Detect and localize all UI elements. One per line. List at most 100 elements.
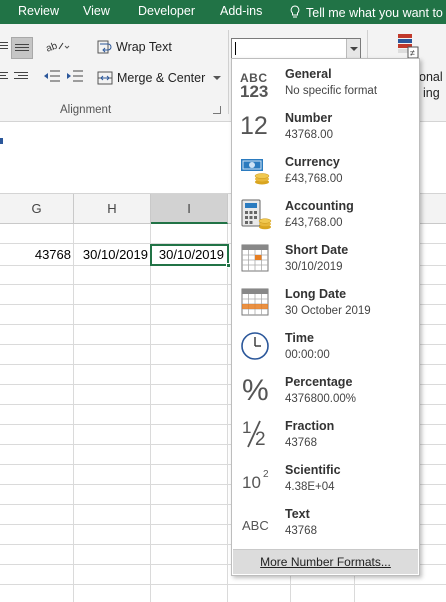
cell-h[interactable]: 30/10/2019 (74, 244, 151, 266)
active-cell-value: 30/10/2019 (158, 247, 224, 262)
scientific-10-squared-icon: 10 2 (238, 461, 274, 495)
percent-icon: % (238, 373, 274, 407)
group-separator (228, 30, 229, 114)
orientation-icon: ab (46, 40, 70, 53)
conditional-formatting-label[interactable]: onal (419, 70, 443, 84)
ribbon-tab-bar: Review View Developer Add-ins Tell me wh… (0, 0, 446, 24)
format-item-short-date[interactable]: Short Date 30/10/2019 (232, 235, 419, 279)
number-format-dropdown-toggle[interactable] (346, 39, 360, 58)
decrease-indent-button[interactable] (43, 69, 61, 83)
percent-icon-glyph: % (242, 374, 269, 407)
wrap-text-icon (97, 40, 112, 54)
format-sample: 30/10/2019 (285, 261, 343, 273)
alignment-group-label: Alignment (60, 104, 112, 116)
increase-indent-button[interactable] (66, 69, 84, 83)
more-number-formats-label: More Number Formats... (260, 555, 391, 569)
number-format-dropdown: ABC 123 General No specific format 12 Nu… (231, 58, 420, 576)
format-sample: 43768 (285, 525, 317, 537)
text-abc-icon: ABC (238, 505, 274, 539)
currency-money-icon (241, 159, 270, 185)
format-sample: 00:00:00 (285, 349, 330, 361)
column-header-i[interactable]: I (151, 194, 228, 224)
increase-indent-icon (67, 70, 83, 82)
format-name: Long Date (285, 287, 347, 301)
format-name: Fraction (285, 419, 335, 433)
long-date-calendar-icon (241, 288, 269, 316)
general-icon-123: 123 (240, 82, 269, 101)
merge-center-label: Merge & Center (117, 71, 206, 85)
format-name: Accounting (285, 199, 354, 213)
format-item-scientific[interactable]: 10 2 Scientific 4.38E+04 (232, 455, 419, 499)
align-left-partial-icon[interactable] (0, 72, 8, 81)
format-name: Number (285, 111, 333, 125)
fraction-denominator: 2 (255, 429, 266, 450)
merge-center-icon (97, 71, 113, 85)
decrease-indent-icon (44, 70, 60, 82)
format-item-currency[interactable]: Currency £43,768.00 (232, 147, 419, 191)
align-top-partial-icon[interactable] (0, 42, 8, 51)
format-item-fraction[interactable]: 1 2 Fraction 43768 (232, 411, 419, 455)
number-icon-glyph: 12 (240, 112, 268, 140)
format-sample: £43,768.00 (285, 173, 343, 185)
format-item-text[interactable]: ABC Text 43768 (232, 499, 419, 543)
wrap-text-label: Wrap Text (116, 40, 172, 54)
format-item-general[interactable]: ABC 123 General No specific format (232, 59, 419, 103)
format-item-time[interactable]: Time 00:00:00 (232, 323, 419, 367)
format-sample: £43,768.00 (285, 217, 343, 229)
svg-text:ab: ab (46, 40, 59, 53)
format-name: Text (285, 507, 310, 521)
accounting-calculator-icon (241, 199, 272, 230)
align-right-icon[interactable] (14, 72, 28, 81)
format-name: Time (285, 331, 314, 345)
svg-text:≠: ≠ (410, 48, 415, 58)
tab-developer[interactable]: Developer (138, 4, 195, 18)
formula-bar-marker (0, 138, 3, 144)
format-name: Scientific (285, 463, 341, 477)
text-cursor (235, 42, 236, 55)
format-sample: 43768 (285, 437, 317, 449)
scientific-base: 10 (242, 473, 261, 492)
format-sample: 4.38E+04 (285, 481, 335, 493)
clock-icon (241, 332, 269, 360)
active-cell-i[interactable]: 30/10/2019 (150, 244, 231, 268)
merge-center-button[interactable]: Merge & Center (97, 70, 222, 86)
format-sample: 30 October 2019 (285, 305, 371, 317)
more-number-formats-button[interactable]: More Number Formats... (233, 549, 418, 574)
column-header-g[interactable]: G (0, 194, 74, 224)
fraction-half-icon: 1 2 (238, 417, 274, 451)
general-abc123-icon: ABC 123 (238, 65, 274, 101)
format-sample: No specific format (285, 85, 378, 97)
format-name: Percentage (285, 375, 353, 389)
format-name: Short Date (285, 243, 349, 257)
wrap-text-button[interactable]: Wrap Text (97, 39, 172, 55)
conditional-formatting-icon[interactable]: ≠ (396, 33, 420, 59)
short-date-calendar-icon (241, 244, 269, 272)
alignment-dialog-launcher[interactable] (213, 106, 221, 114)
lightbulb-icon (290, 5, 300, 18)
row-line (0, 584, 446, 585)
tab-add-ins[interactable]: Add-ins (220, 4, 262, 18)
format-item-long-date[interactable]: Long Date 30 October 2019 (232, 279, 419, 323)
orientation-button[interactable]: ab (46, 39, 70, 53)
align-middle-icon (15, 44, 29, 53)
chevron-down-icon (213, 76, 222, 80)
align-middle-button[interactable] (11, 37, 33, 59)
format-name: General (285, 67, 332, 81)
format-name: Currency (285, 155, 340, 169)
scientific-exponent: 2 (263, 469, 269, 480)
cell-g[interactable]: 43768 (0, 244, 74, 266)
number-format-combobox[interactable] (231, 38, 361, 59)
number-12-icon: 12 (238, 109, 274, 143)
format-item-number[interactable]: 12 Number 43768.00 (232, 103, 419, 147)
format-sample: 43768.00 (285, 129, 333, 141)
format-item-percentage[interactable]: % Percentage 4376800.00% (232, 367, 419, 411)
tell-me-search[interactable]: Tell me what you want to (290, 4, 443, 20)
tab-review[interactable]: Review (18, 4, 59, 18)
text-icon-glyph: ABC (242, 518, 269, 533)
column-header-h[interactable]: H (74, 194, 151, 224)
format-sample: 4376800.00% (285, 393, 356, 405)
conditional-formatting-label-line2[interactable]: ing (423, 86, 440, 100)
tell-me-text: Tell me what you want to (306, 6, 443, 20)
tab-view[interactable]: View (83, 4, 110, 18)
format-item-accounting[interactable]: Accounting £43,768.00 (232, 191, 419, 235)
